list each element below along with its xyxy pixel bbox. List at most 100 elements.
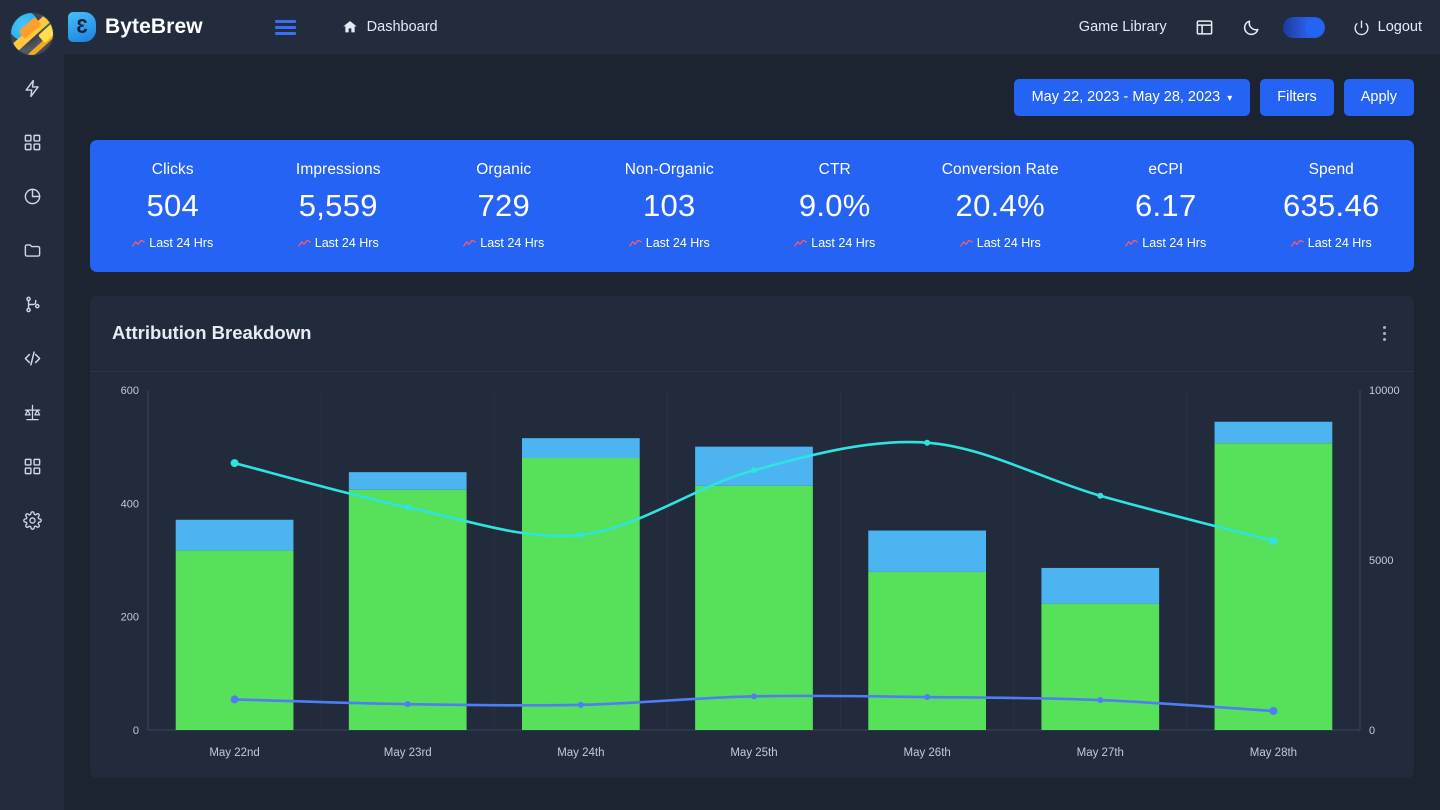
kpi-card: Organic 729 Last 24 Hrs (421, 161, 587, 250)
kpi-subtext: Last 24 Hrs (918, 236, 1084, 250)
sidebar-item-grid-2[interactable] (9, 444, 55, 488)
bar-non-organic (1041, 567, 1160, 604)
brand-name: ByteBrew (105, 15, 203, 38)
x-axis-label: May 23rd (384, 747, 432, 759)
sidebar-item-code[interactable] (9, 336, 55, 380)
x-axis-label: May 26th (903, 747, 950, 759)
line-point (404, 503, 411, 510)
kpi-subtext: Last 24 Hrs (1249, 236, 1415, 250)
pie-chart-icon (24, 188, 40, 204)
sidebar-item-settings[interactable] (9, 498, 55, 542)
top-header: ByteBrew Dashboard Game Library Logout (64, 0, 1440, 55)
sidebar (0, 0, 64, 810)
code-icon (24, 350, 40, 366)
y2-axis-tick: 5000 (1369, 555, 1393, 567)
kpi-card: eCPI 6.17 Last 24 Hrs (1083, 161, 1249, 250)
kpi-subtext-label: Last 24 Hrs (1142, 236, 1207, 250)
date-range-label: May 22, 2023 - May 28, 2023 (1031, 89, 1221, 105)
sidebar-item-branch[interactable] (9, 282, 55, 326)
trend-line-icon (628, 239, 642, 247)
branch-icon (25, 296, 40, 312)
line-point (751, 692, 757, 699)
theme-toggle-switch[interactable] (1282, 16, 1325, 38)
trend-line-icon (463, 239, 477, 247)
home-icon (343, 21, 357, 33)
kpi-subtext: Last 24 Hrs (1083, 236, 1249, 250)
layout-panel-icon[interactable] (1195, 18, 1214, 37)
kpi-value: 635.46 (1282, 188, 1380, 223)
y-axis-tick: 600 (121, 385, 139, 397)
kpi-value: 103 (642, 188, 696, 223)
line-point (1097, 696, 1104, 703)
kpi-label: Clicks (151, 161, 194, 178)
kpi-card: CTR 9.0% Last 24 Hrs (752, 161, 918, 250)
attribution-breakdown-card: Attribution Breakdown 0 200 400 600 0 5000 100… (90, 295, 1414, 778)
bar-organic (348, 489, 467, 730)
line-point (577, 701, 584, 708)
game-library-link[interactable]: Game Library (1079, 19, 1167, 35)
folder-icon (24, 243, 40, 257)
bytebrew-logo-icon (68, 12, 96, 42)
line-point (924, 439, 931, 446)
attribution-chart: 0 200 400 600 0 5000 10000 May 22nd May 23rd May … (90, 372, 1414, 778)
apply-button[interactable]: Apply (1343, 79, 1414, 116)
sidebar-item-folder[interactable] (9, 228, 55, 272)
line-point (1269, 536, 1278, 545)
bar-non-organic (521, 437, 640, 458)
grid-icon (24, 458, 40, 474)
line-point (230, 694, 239, 703)
kpi-value: 6.17 (1134, 188, 1197, 223)
kebab-menu-icon[interactable] (1377, 320, 1392, 347)
kpi-label: Spend (1308, 161, 1354, 178)
line-point (230, 458, 239, 467)
kpi-card: Clicks 504 Last 24 Hrs (90, 161, 256, 250)
chart-header: Attribution Breakdown (90, 296, 1414, 372)
kpi-label: Organic (476, 161, 532, 178)
hamburger-icon[interactable] (274, 19, 296, 35)
logout-button[interactable]: Logout (1353, 19, 1422, 36)
brand-logo[interactable]: ByteBrew (68, 12, 203, 42)
x-axis-label: May 24th (557, 747, 604, 759)
kpi-label: Conversion Rate (941, 161, 1059, 178)
x-axis-label: May 28th (1250, 747, 1297, 759)
kpi-subtext-label: Last 24 Hrs (645, 236, 710, 250)
kpi-subtext-label: Last 24 Hrs (149, 236, 214, 250)
kpi-subtext: Last 24 Hrs (421, 236, 587, 250)
trend-line-icon (794, 239, 808, 247)
power-icon (1354, 19, 1369, 35)
sidebar-item-bolt[interactable] (9, 66, 55, 110)
kpi-subtext: Last 24 Hrs (90, 236, 256, 250)
date-range-picker[interactable]: May 22, 2023 - May 28, 2023 ▾ (1013, 79, 1251, 116)
gear-icon (22, 510, 42, 530)
main-content: May 22, 2023 - May 28, 2023 ▾ Filters App… (64, 55, 1440, 810)
kpi-value: 729 (477, 188, 531, 223)
trend-line-icon (959, 239, 973, 247)
kpi-value: 9.0% (798, 188, 871, 223)
kpi-subtext-label: Last 24 Hrs (976, 236, 1041, 250)
sidebar-item-grid[interactable] (9, 120, 55, 164)
kpi-label: Non-Organic (624, 161, 714, 178)
bar-organic (868, 571, 987, 730)
sidebar-item-scales[interactable] (9, 390, 55, 434)
moon-icon[interactable] (1242, 18, 1261, 37)
bar-non-organic (175, 519, 294, 550)
line-point (404, 700, 411, 707)
kpi-subtext: Last 24 Hrs (752, 236, 918, 250)
avatar[interactable] (10, 12, 54, 56)
kpi-subtext-label: Last 24 Hrs (314, 236, 379, 250)
kpi-value: 20.4% (955, 188, 1045, 223)
kpi-strip: Clicks 504 Last 24 Hrs Impressions 5,559 Last… (90, 139, 1415, 272)
trend-line-icon (297, 239, 311, 247)
kpi-value: 504 (146, 188, 200, 223)
trend-line-icon (132, 239, 146, 247)
toolbar: May 22, 2023 - May 28, 2023 ▾ Filters App… (64, 55, 1440, 116)
kpi-subtext-label: Last 24 Hrs (1307, 236, 1372, 250)
grid-icon (24, 134, 40, 150)
filters-button[interactable]: Filters (1260, 79, 1334, 116)
sidebar-item-pie-chart[interactable] (9, 174, 55, 218)
kpi-label: Impressions (295, 161, 381, 178)
bar-organic (521, 457, 640, 730)
bar-organic (1041, 603, 1160, 730)
line-point (1097, 492, 1104, 499)
nav-dashboard[interactable]: Dashboard (342, 19, 438, 35)
